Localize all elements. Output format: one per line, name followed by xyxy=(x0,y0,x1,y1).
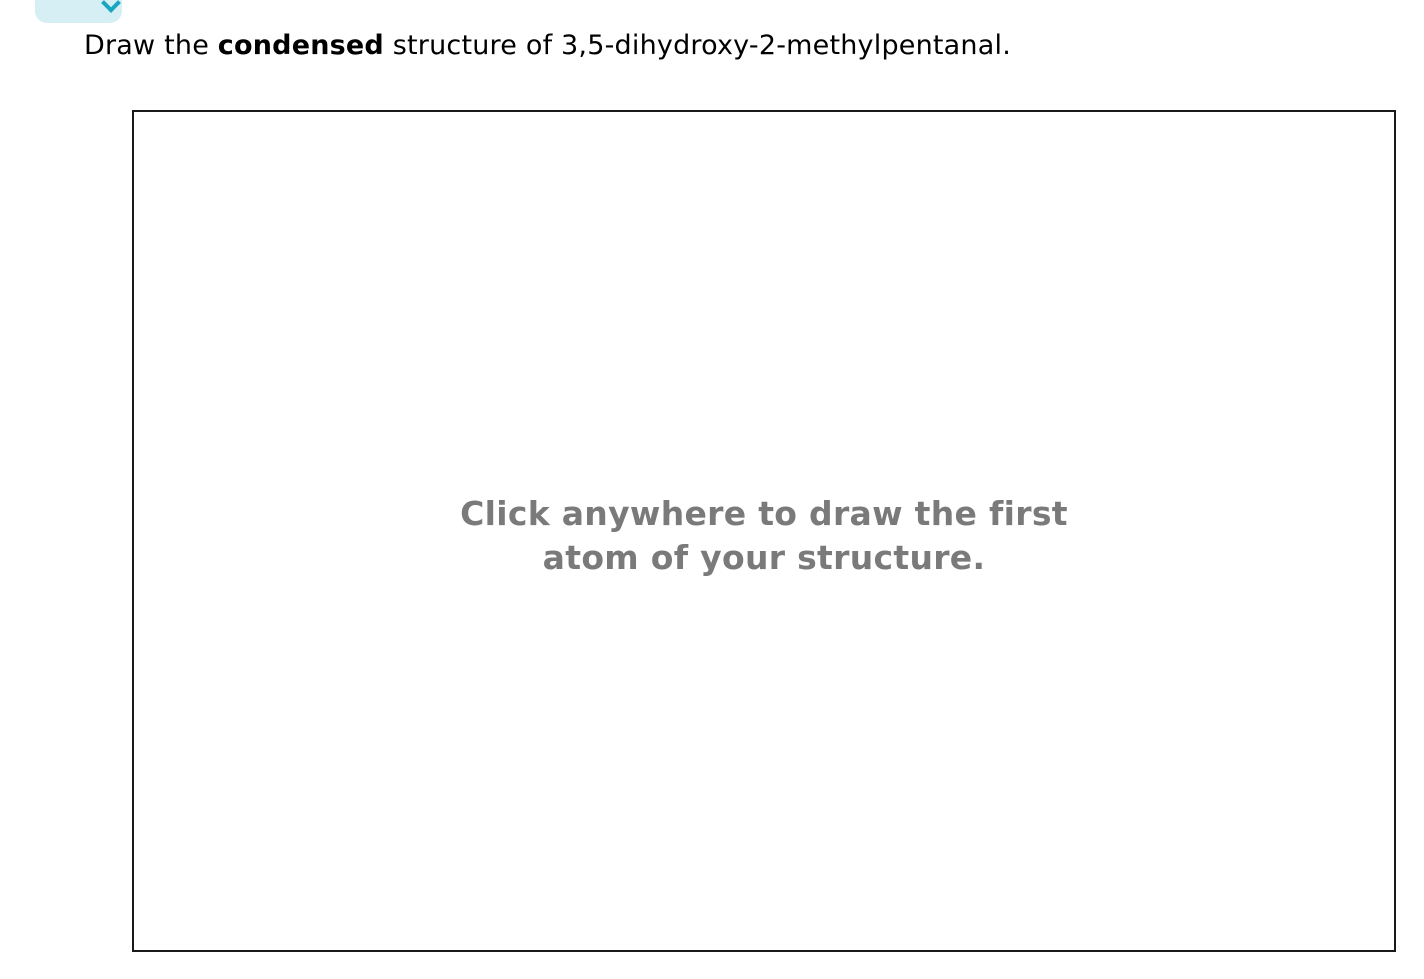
canvas-hint-line-1: Click anywhere to draw the first xyxy=(460,494,1068,533)
canvas-hint-line-2: atom of your structure. xyxy=(542,538,986,577)
page: Draw the condensed structure of 3,5-dihy… xyxy=(0,0,1424,979)
question-emphasis: condensed xyxy=(217,30,384,61)
drawing-canvas[interactable]: Click anywhere to draw the first atom of… xyxy=(132,110,1396,952)
collapse-tab[interactable] xyxy=(35,0,122,23)
question-suffix: structure of 3,5-dihydroxy-2-methylpenta… xyxy=(383,30,1011,61)
canvas-hint: Click anywhere to draw the first atom of… xyxy=(134,492,1394,580)
question-prefix: Draw the xyxy=(84,30,218,61)
question-prompt: Draw the condensed structure of 3,5-dihy… xyxy=(84,28,1011,64)
chevron-down-icon xyxy=(101,0,121,13)
